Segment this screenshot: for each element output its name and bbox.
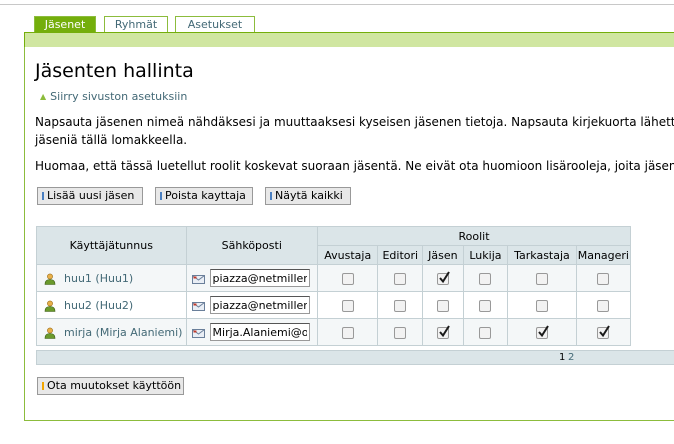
tab-ryhmat[interactable]: Ryhmät xyxy=(104,16,168,33)
delete-user-label: Poista kayttaja xyxy=(165,189,246,202)
email-cell xyxy=(185,291,319,319)
back-to-site-settings-link[interactable]: ▲ Siirry sivuston asetuksiin xyxy=(40,90,187,103)
role-cell-manageri xyxy=(575,264,632,292)
arrow-up-icon: ▲ xyxy=(40,92,47,101)
username-cell: mirja (Mirja Alaniemi) xyxy=(36,318,187,346)
role-cell-avustaja xyxy=(317,264,379,292)
email-cell xyxy=(185,264,319,292)
add-user-label: Lisää uusi jäsen xyxy=(47,189,135,202)
delete-user-button[interactable]: Poista kayttaja xyxy=(155,187,253,205)
username-link[interactable]: huu2 (Huu2) xyxy=(64,299,133,312)
email-field[interactable] xyxy=(209,296,310,314)
role-checkbox-avustaja[interactable] xyxy=(341,326,354,339)
back-link-label: Siirry sivuston asetuksiin xyxy=(50,90,188,103)
role-cell-jasen xyxy=(422,264,464,292)
tab-asetukset[interactable]: Asetukset xyxy=(175,16,255,33)
user-icon xyxy=(44,273,56,285)
email-cell xyxy=(185,318,319,346)
role-checkbox-avustaja[interactable] xyxy=(341,272,354,285)
role-checkbox-jasen[interactable] xyxy=(436,270,450,285)
envelope-icon[interactable] xyxy=(191,328,205,338)
email-field[interactable] xyxy=(209,323,310,341)
page-title: Jäsenten hallinta xyxy=(35,60,194,82)
button-marker-icon xyxy=(42,382,44,390)
role-cell-editori xyxy=(377,291,424,319)
role-cell-jasen xyxy=(422,291,464,319)
role-cell-tarkastaja xyxy=(507,291,577,319)
role-cell-lukija xyxy=(462,264,509,292)
role-checkbox-jasen[interactable] xyxy=(436,324,450,339)
pagination-bar: 1 2 xyxy=(36,350,674,365)
show-all-button[interactable]: Näytä kaikki xyxy=(265,187,351,205)
role-checkbox-editori[interactable] xyxy=(394,326,407,339)
role-cell-avustaja xyxy=(317,318,379,346)
role-cell-tarkastaja xyxy=(507,264,577,292)
role-checkbox-editori[interactable] xyxy=(394,299,407,312)
role-checkbox-tarkastaja[interactable] xyxy=(535,272,548,285)
add-user-button[interactable]: Lisää uusi jäsen xyxy=(37,187,143,205)
role-checkbox-avustaja[interactable] xyxy=(341,299,354,312)
role-header-avustaja: Avustaja xyxy=(317,245,379,265)
intro-text-line2: jäseniä tällä lomakkeella. xyxy=(35,133,188,147)
username-link[interactable]: mirja (Mirja Alaniemi) xyxy=(64,326,182,339)
role-cell-avustaja xyxy=(317,291,379,319)
role-checkbox-manageri[interactable] xyxy=(597,324,611,339)
role-header-manageri: Manageri xyxy=(575,245,632,265)
username-cell: huu1 (Huu1) xyxy=(36,264,187,292)
role-checkbox-tarkastaja[interactable] xyxy=(535,299,548,312)
envelope-icon[interactable] xyxy=(191,274,205,284)
role-checkbox-lukija[interactable] xyxy=(479,326,492,339)
user-icon xyxy=(44,300,56,312)
page-link-2[interactable]: 2 xyxy=(568,351,574,364)
intro-text-line1: Napsauta jäsenen nimeä nähdäksesi ja muu… xyxy=(35,115,674,129)
col-roles-header: Roolit xyxy=(317,226,631,246)
user-icon xyxy=(44,327,56,339)
page-link-1[interactable]: 1 xyxy=(559,351,565,364)
apply-changes-label: Ota muutokset käyttöön xyxy=(47,379,182,392)
tab-strip-bar xyxy=(24,32,674,47)
col-username-header: Käyttäjätunnus xyxy=(36,226,187,265)
table-row: mirja (Mirja Alaniemi) xyxy=(36,318,632,346)
role-checkbox-lukija[interactable] xyxy=(479,272,492,285)
role-checkbox-tarkastaja[interactable] xyxy=(535,324,549,339)
role-checkbox-editori[interactable] xyxy=(394,272,407,285)
role-cell-tarkastaja xyxy=(507,318,577,346)
table-row: huu2 (Huu2) xyxy=(36,291,632,319)
show-all-label: Näytä kaikki xyxy=(275,189,343,202)
role-checkbox-manageri[interactable] xyxy=(597,272,610,285)
role-header-lukija: Lukija xyxy=(462,245,509,265)
role-checkbox-lukija[interactable] xyxy=(479,299,492,312)
role-cell-jasen xyxy=(422,318,464,346)
username-link[interactable]: huu1 (Huu1) xyxy=(64,272,133,285)
role-cell-manageri xyxy=(575,291,632,319)
envelope-icon[interactable] xyxy=(191,301,205,311)
role-cell-manageri xyxy=(575,318,632,346)
button-marker-icon xyxy=(160,192,162,200)
role-cell-editori xyxy=(377,318,424,346)
email-field[interactable] xyxy=(209,269,310,287)
role-cell-lukija xyxy=(462,291,509,319)
content-frame-bottom xyxy=(24,420,674,421)
username-cell: huu2 (Huu2) xyxy=(36,291,187,319)
role-cell-lukija xyxy=(462,318,509,346)
role-header-jasen: Jäsen xyxy=(422,245,464,265)
top-divider xyxy=(0,4,674,5)
table-row: huu1 (Huu1) xyxy=(36,264,632,292)
apply-changes-button[interactable]: Ota muutokset käyttöön xyxy=(37,377,185,395)
role-checkbox-jasen[interactable] xyxy=(436,299,449,312)
role-cell-editori xyxy=(377,264,424,292)
roles-note: Huomaa, että tässä luetellut roolit kosk… xyxy=(35,159,674,173)
col-email-header: Sähköposti xyxy=(185,226,319,265)
role-header-tarkastaja: Tarkastaja xyxy=(507,245,577,265)
button-marker-icon xyxy=(42,192,44,200)
button-marker-icon xyxy=(270,192,272,200)
members-table: Käyttäjätunnus Sähköposti Roolit Avustaj… xyxy=(36,226,632,346)
role-header-editori: Editori xyxy=(377,245,424,265)
role-checkbox-manageri[interactable] xyxy=(597,299,610,312)
